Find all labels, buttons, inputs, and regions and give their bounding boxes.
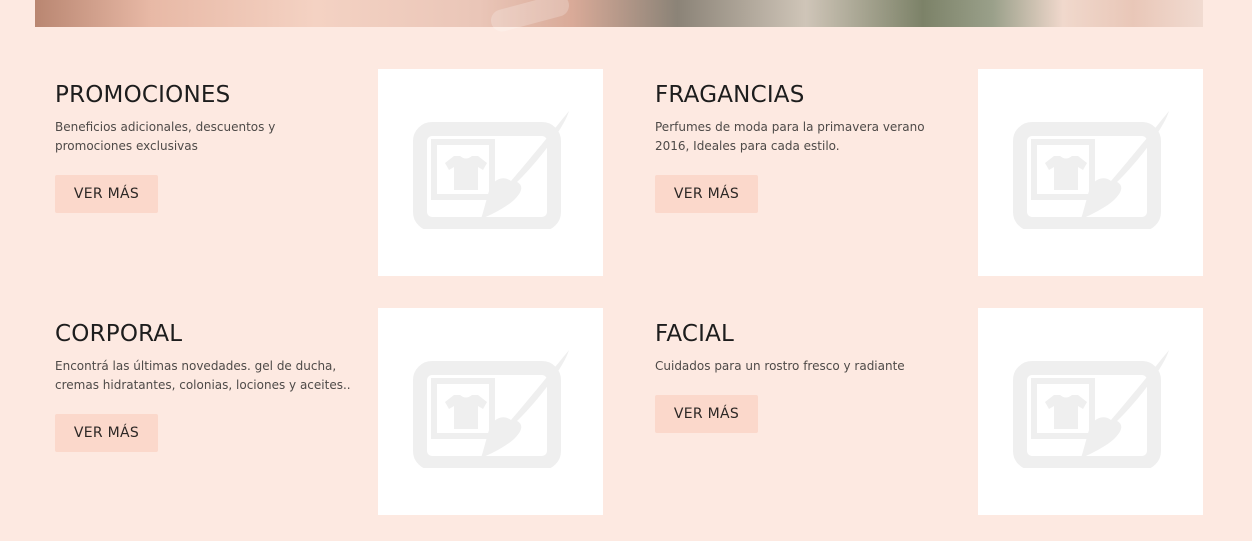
card-description: Beneficios adicionales, descuentos y pro… <box>55 120 276 153</box>
card-text: PROMOCIONES Beneficios adicionales, desc… <box>55 69 355 156</box>
card-image-corporal[interactable] <box>378 308 603 515</box>
image-placeholder-icon <box>1013 111 1169 229</box>
card-image-promociones[interactable] <box>378 69 603 276</box>
card-text: CORPORAL Encontrá las últimas novedades.… <box>55 308 355 395</box>
ver-mas-button-promociones[interactable]: VER MÁS <box>55 175 158 213</box>
hero-banner-image <box>35 0 1203 34</box>
category-card-promociones: PROMOCIONES Beneficios adicionales, desc… <box>35 69 603 277</box>
ver-mas-button-facial[interactable]: VER MÁS <box>655 395 758 433</box>
card-image-facial[interactable] <box>978 308 1203 515</box>
category-card-corporal: CORPORAL Encontrá las últimas novedades.… <box>35 308 603 516</box>
card-title: FRAGANCIAS <box>655 82 805 108</box>
card-description: Perfumes de moda para la primavera veran… <box>655 120 925 153</box>
card-image-fragancias[interactable] <box>978 69 1203 276</box>
image-placeholder-icon <box>413 111 569 229</box>
card-title: FACIAL <box>655 321 735 347</box>
ver-mas-button-fragancias[interactable]: VER MÁS <box>655 175 758 213</box>
card-description: Cuidados para un rostro fresco y radiant… <box>655 359 905 373</box>
card-text: FRAGANCIAS Perfumes de moda para la prim… <box>655 69 955 156</box>
ver-mas-button-corporal[interactable]: VER MÁS <box>55 414 158 452</box>
image-placeholder-icon <box>413 350 569 468</box>
hero-banner-highlight <box>488 0 572 34</box>
image-placeholder-icon <box>1013 350 1169 468</box>
card-description: Encontrá las últimas novedades. gel de d… <box>55 359 351 392</box>
card-title: PROMOCIONES <box>55 82 231 108</box>
card-title: CORPORAL <box>55 321 183 347</box>
category-card-fragancias: FRAGANCIAS Perfumes de moda para la prim… <box>635 69 1203 277</box>
category-card-facial: FACIAL Cuidados para un rostro fresco y … <box>635 308 1203 516</box>
card-text: FACIAL Cuidados para un rostro fresco y … <box>655 308 955 376</box>
